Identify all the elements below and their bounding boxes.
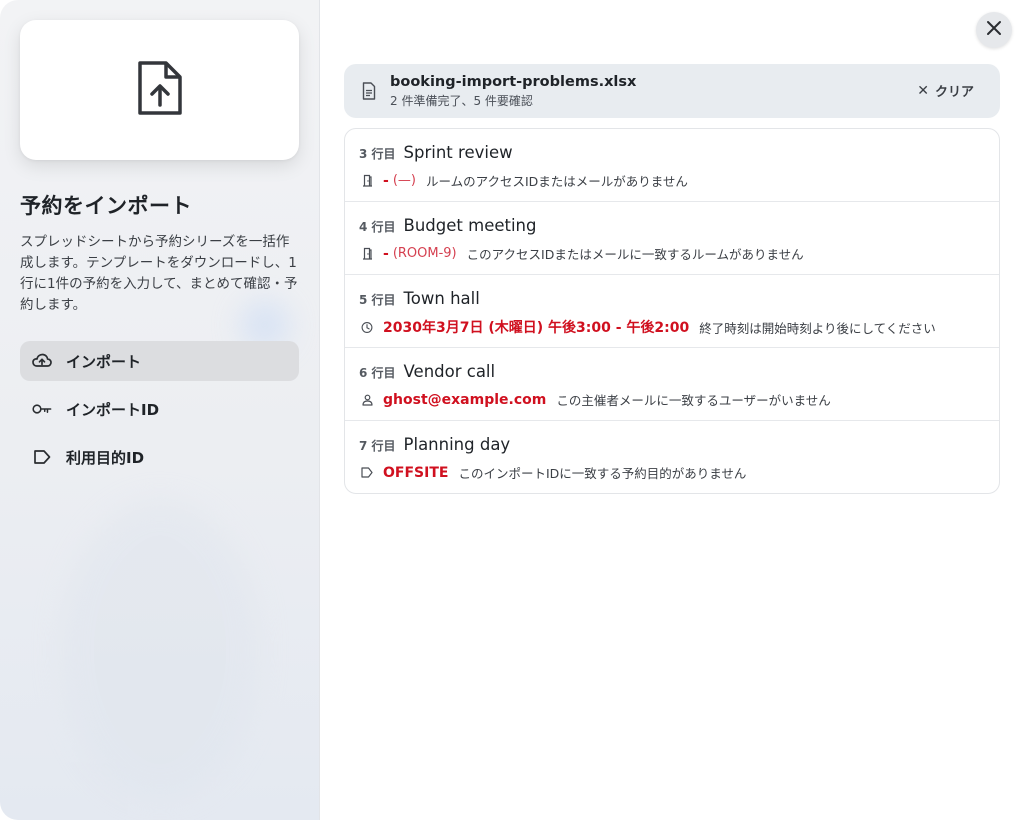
error-message: このアクセスIDまたはメールに一致するルームがありません: [466, 247, 804, 262]
row-number: 7 行目: [359, 439, 396, 453]
nav-label: インポート: [66, 352, 142, 371]
nav-item-purpose-id[interactable]: 利用目的ID: [20, 437, 299, 477]
hero-card: [20, 20, 299, 160]
error-detail: (—): [392, 173, 416, 188]
close-icon: [986, 20, 1002, 40]
import-dialog: 予約をインポート スプレッドシートから予約シリーズを一括作成します。テンプレート…: [0, 0, 1024, 820]
sidebar-title: 予約をインポート: [20, 194, 192, 218]
error-value: ghost@example.com: [383, 391, 547, 408]
key-icon: [32, 399, 52, 419]
tag-icon: [32, 447, 52, 467]
clock-icon: [361, 320, 373, 334]
close-icon: ✕: [917, 82, 929, 99]
sidebar-nav: インポート インポートID 利用目的ID: [20, 341, 299, 485]
error-message: 終了時刻は開始時刻より後にしてください: [699, 320, 936, 336]
file-upload-icon: [136, 59, 184, 121]
error-value: 2030年3月7日 (木曜日) 午後3:00 - 午後2:00: [383, 320, 690, 336]
list-item: 7 行目 Planning day OFFSITE このインポートIDに一致する…: [345, 421, 999, 493]
document-icon: [362, 82, 378, 100]
sidebar: 予約をインポート スプレッドシートから予約シリーズを一括作成します。テンプレート…: [0, 0, 320, 820]
row-number: 5 行目: [359, 293, 396, 307]
error-detail: (ROOM-9): [392, 246, 457, 261]
error-message: このインポートIDに一致する予約目的がありません: [458, 466, 747, 481]
problem-list: 3 行目 Sprint review - (—) ルームのアクセスIDまたはメー…: [344, 128, 1000, 494]
nav-label: 利用目的ID: [66, 448, 145, 467]
clear-label: クリア: [934, 85, 974, 100]
clear-button[interactable]: ✕ クリア: [917, 81, 974, 101]
person-icon: [361, 393, 373, 407]
list-item: 5 行目 Town hall 2030年3月7日 (木曜日) 午後3:00 - …: [345, 275, 999, 348]
file-status: 2 件準備完了、5 件要確認: [390, 94, 533, 108]
tag-icon: [361, 466, 373, 480]
error-value: OFFSITE: [383, 464, 449, 481]
file-summary-bar: booking-import-problems.xlsx 2 件準備完了、5 件…: [344, 64, 1000, 118]
background-blur: [60, 500, 260, 800]
list-item: 6 行目 Vendor call ghost@example.com この主催者…: [345, 348, 999, 421]
row-title: Vendor call: [403, 362, 496, 381]
list-item: 4 行目 Budget meeting - (ROOM-9) このアクセスIDま…: [345, 202, 999, 275]
nav-item-import[interactable]: インポート: [20, 341, 299, 381]
row-title: Sprint review: [403, 143, 513, 162]
cloud-upload-icon: [32, 351, 52, 371]
row-number: 6 行目: [359, 366, 396, 380]
row-title: Town hall: [403, 289, 480, 308]
row-title: Budget meeting: [403, 216, 537, 235]
error-value: -: [383, 172, 389, 189]
door-icon: [361, 247, 373, 261]
close-button[interactable]: [976, 12, 1012, 48]
file-name: booking-import-problems.xlsx: [390, 74, 637, 90]
error-message: ルームのアクセスIDまたはメールがありません: [425, 174, 688, 189]
row-number: 3 行目: [359, 147, 396, 161]
list-item: 3 行目 Sprint review - (—) ルームのアクセスIDまたはメー…: [345, 129, 999, 202]
nav-label: インポートID: [66, 400, 160, 419]
row-title: Planning day: [403, 435, 511, 454]
row-number: 4 行目: [359, 220, 396, 234]
nav-item-import-id[interactable]: インポートID: [20, 389, 299, 429]
error-value: -: [383, 245, 389, 262]
sidebar-description: スプレッドシートから予約シリーズを一括作成します。テンプレートをダウンロードし、…: [20, 234, 298, 313]
error-message: この主催者メールに一致するユーザーがいません: [556, 393, 831, 408]
door-icon: [361, 174, 373, 188]
